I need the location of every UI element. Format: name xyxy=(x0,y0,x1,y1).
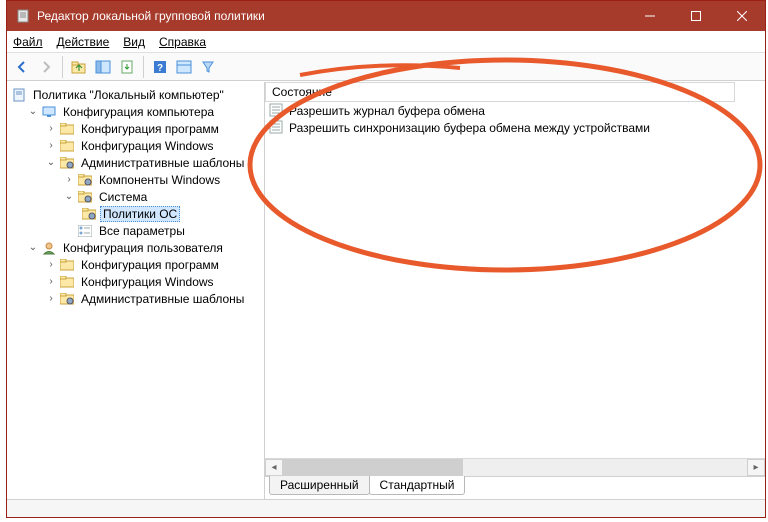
toolbar-separator xyxy=(62,56,63,78)
tab-extended[interactable]: Расширенный xyxy=(269,476,370,495)
titlebar: Редактор локальной групповой политики xyxy=(7,1,765,31)
folder-gear-icon xyxy=(59,291,75,307)
scroll-thumb[interactable] xyxy=(283,459,463,476)
column-header-row: Состояние xyxy=(265,82,765,102)
tree-win-components[interactable]: › Компоненты Windows xyxy=(9,171,262,188)
tree-label: Конфигурация Windows xyxy=(78,274,217,290)
tree-label: Конфигурация компьютера xyxy=(60,104,217,120)
tree-label: Конфигурация Windows xyxy=(78,138,217,154)
tree-label: Компоненты Windows xyxy=(96,172,223,188)
tree-label: Все параметры xyxy=(96,223,188,239)
tree-win-config-2[interactable]: › Конфигурация Windows xyxy=(9,273,262,290)
tree-win-config[interactable]: › Конфигурация Windows xyxy=(9,137,262,154)
help-button[interactable]: ? xyxy=(149,56,171,78)
policy-item-label: Разрешить журнал буфера обмена xyxy=(289,104,485,118)
toolbar: ? xyxy=(7,53,765,81)
tree-soft-config-2[interactable]: › Конфигурация программ xyxy=(9,256,262,273)
tree-label: Система xyxy=(96,189,150,205)
expander-open-icon[interactable]: ⌄ xyxy=(45,157,57,169)
computer-icon xyxy=(41,104,57,120)
view-tabs: Расширенный Стандартный xyxy=(265,477,765,499)
expander-closed-icon[interactable]: › xyxy=(63,174,75,186)
tree-label: Конфигурация программ xyxy=(78,121,222,137)
tab-standard[interactable]: Стандартный xyxy=(369,476,466,495)
tree-os-policies[interactable]: Политики ОС xyxy=(9,205,262,222)
policy-item[interactable]: Разрешить журнал буфера обмена xyxy=(265,102,765,119)
expander-closed-icon[interactable]: › xyxy=(45,123,57,135)
policy-setting-icon xyxy=(269,120,285,136)
tree-all-params[interactable]: Все параметры xyxy=(9,222,262,239)
menu-action[interactable]: Действие xyxy=(57,35,110,49)
window-title: Редактор локальной групповой политики xyxy=(37,9,627,23)
scroll-track[interactable] xyxy=(283,459,747,476)
folder-gear-icon xyxy=(77,189,93,205)
folder-gear-icon xyxy=(77,172,93,188)
column-state[interactable]: Состояние xyxy=(265,82,735,102)
tree-label: Административные шаблоны xyxy=(78,155,247,171)
policy-setting-icon xyxy=(269,103,285,119)
user-icon xyxy=(41,240,57,256)
app-icon xyxy=(15,8,31,24)
tree-system[interactable]: ⌄ Система xyxy=(9,188,262,205)
tree-admin-templates[interactable]: ⌄ Административные шаблоны xyxy=(9,154,262,171)
tree-root[interactable]: Политика "Локальный компьютер" xyxy=(9,86,262,103)
expander-closed-icon[interactable]: › xyxy=(45,293,57,305)
tree-user-config[interactable]: ⌄ Конфигурация пользователя xyxy=(9,239,262,256)
gpedit-window: Редактор локальной групповой политики Фа… xyxy=(6,0,766,518)
back-button[interactable] xyxy=(11,56,33,78)
tree-label: Политика "Локальный компьютер" xyxy=(30,87,227,103)
expander-closed-icon[interactable]: › xyxy=(45,276,57,288)
menu-view[interactable]: Вид xyxy=(123,35,145,49)
statusbar xyxy=(7,499,765,517)
tree-pane[interactable]: Политика "Локальный компьютер" ⌄ Конфигу… xyxy=(7,82,265,499)
tree-label: Конфигурация программ xyxy=(78,257,222,273)
forward-button[interactable] xyxy=(35,56,57,78)
policy-item-label: Разрешить синхронизацию буфера обмена ме… xyxy=(289,121,650,135)
list-area: Состояние Разрешить журнал буфера обмена… xyxy=(265,82,765,477)
expander-open-icon[interactable]: ⌄ xyxy=(27,106,39,118)
horizontal-scrollbar[interactable]: ◂ ▸ xyxy=(265,458,765,476)
expander-open-icon[interactable]: ⌄ xyxy=(27,242,39,254)
close-button[interactable] xyxy=(719,1,765,31)
folder-gear-icon xyxy=(59,155,75,171)
toolbar-separator-2 xyxy=(143,56,144,78)
show-hide-tree-button[interactable] xyxy=(92,56,114,78)
folder-icon xyxy=(59,274,75,290)
expander-closed-icon[interactable]: › xyxy=(45,140,57,152)
menubar: Файл Действие Вид Справка xyxy=(7,31,765,53)
tree-computer-config[interactable]: ⌄ Конфигурация компьютера xyxy=(9,103,262,120)
svg-text:?: ? xyxy=(157,63,163,74)
tree-label: Административные шаблоны xyxy=(78,291,247,307)
menu-file[interactable]: Файл xyxy=(13,35,43,49)
scroll-right-button[interactable]: ▸ xyxy=(747,459,765,476)
maximize-button[interactable] xyxy=(673,1,719,31)
export-button[interactable] xyxy=(116,56,138,78)
spacer xyxy=(63,225,75,237)
scroll-left-button[interactable]: ◂ xyxy=(265,459,283,476)
folder-gear-icon xyxy=(81,206,97,222)
folder-icon xyxy=(59,257,75,273)
policy-icon xyxy=(11,87,27,103)
menu-help[interactable]: Справка xyxy=(159,35,206,49)
folder-icon xyxy=(59,121,75,137)
tree-admin-templates-2[interactable]: › Административные шаблоны xyxy=(9,290,262,307)
content-pane: Состояние Разрешить журнал буфера обмена… xyxy=(265,82,765,499)
settings-list-icon xyxy=(77,223,93,239)
expander-open-icon[interactable]: ⌄ xyxy=(63,191,75,203)
tree-label: Конфигурация пользователя xyxy=(60,240,226,256)
tree-label: Политики ОС xyxy=(100,206,180,222)
policy-item[interactable]: Разрешить синхронизацию буфера обмена ме… xyxy=(265,119,765,136)
filter-button[interactable] xyxy=(197,56,219,78)
expander-closed-icon[interactable]: › xyxy=(45,259,57,271)
folder-icon xyxy=(59,138,75,154)
properties-button[interactable] xyxy=(173,56,195,78)
list-body[interactable]: Разрешить журнал буфера обмена Разрешить… xyxy=(265,102,765,136)
tree-soft-config[interactable]: › Конфигурация программ xyxy=(9,120,262,137)
minimize-button[interactable] xyxy=(627,1,673,31)
body-split: Политика "Локальный компьютер" ⌄ Конфигу… xyxy=(7,81,765,499)
up-button[interactable] xyxy=(68,56,90,78)
